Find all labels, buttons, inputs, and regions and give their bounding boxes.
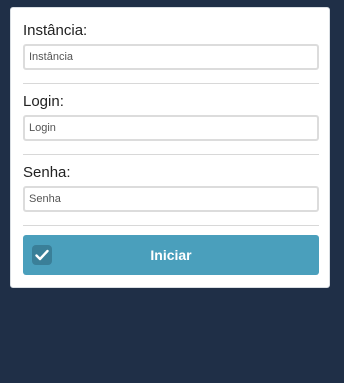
iniciar-label: Iniciar	[150, 247, 192, 263]
login-field: Login:	[23, 93, 319, 141]
divider	[23, 225, 319, 226]
instancia-label: Instância:	[23, 22, 88, 39]
instancia-input[interactable]	[23, 44, 319, 70]
login-card: Instância: Login: Senha: Iniciar	[10, 7, 330, 288]
divider	[23, 154, 319, 155]
senha-input[interactable]	[23, 186, 319, 212]
iniciar-button[interactable]: Iniciar	[23, 235, 319, 275]
instancia-field: Instância:	[23, 22, 319, 70]
senha-field: Senha:	[23, 164, 319, 212]
login-label: Login:	[23, 93, 64, 110]
login-input[interactable]	[23, 115, 319, 141]
divider	[23, 83, 319, 84]
senha-label: Senha:	[23, 164, 71, 181]
